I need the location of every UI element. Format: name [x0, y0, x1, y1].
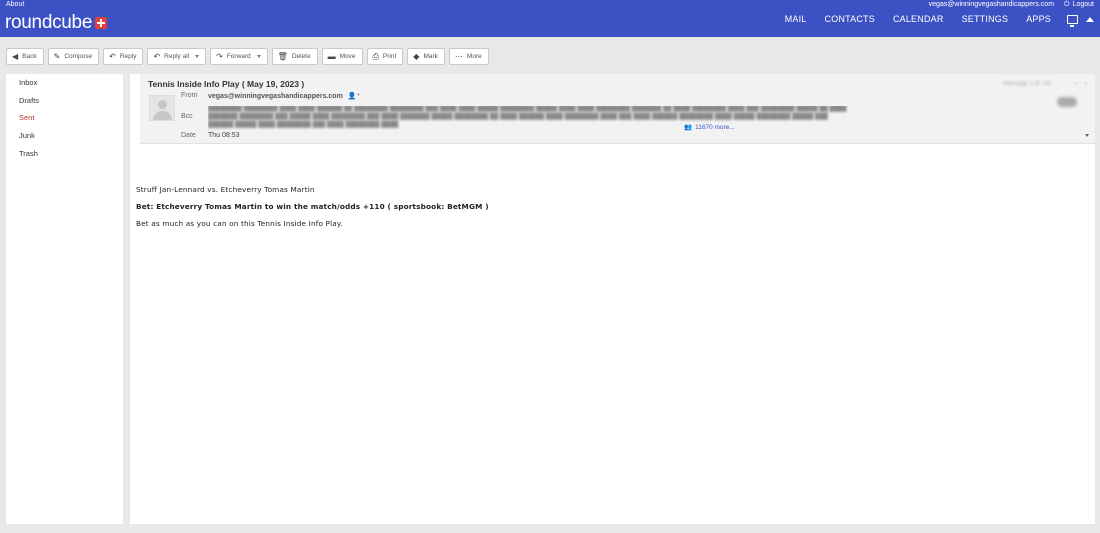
more-recipients-link[interactable]: 👥 11670 more... — [684, 123, 735, 132]
print-label: Print — [382, 53, 397, 60]
folder-inbox[interactable]: Inbox — [6, 74, 123, 92]
message-toolbar: ◀ Back ✎ Compose ↶ Reply ↶ Reply all ↷ Forwar… — [6, 48, 489, 65]
main-nav: MAIL CONTACTS CALENDAR SETTINGS APPS — [767, 14, 1094, 27]
add-contact-icon[interactable]: 👤⁺ — [348, 92, 360, 100]
from-value: vegas@winningvegashandicappers.com 👤⁺ — [208, 92, 360, 101]
more-recipients-label: 11670 more... — [695, 123, 735, 131]
mark-label: Mark — [423, 53, 438, 60]
message-panel: Tennis Inside Info Play ( May 19, 2023 )… — [130, 74, 1095, 524]
back-circle-icon: ◀ — [12, 51, 19, 61]
print-button[interactable]: ⎙ Print — [366, 48, 404, 65]
reply-label: Reply — [119, 53, 137, 60]
logout-label: Logout — [1072, 1, 1094, 8]
chevron-down-icon[interactable] — [195, 55, 200, 58]
nav-calendar[interactable]: CALENDAR — [893, 14, 944, 24]
compose-button[interactable]: ✎ Compose — [47, 48, 100, 65]
bcc-recipients-blurred: ████████ ████████ ████ ████ ██████ ██ ██… — [208, 106, 847, 128]
about-link[interactable]: About — [6, 0, 24, 9]
contacts-icon: 👥 — [684, 124, 693, 131]
logo-text: roundcube — [5, 12, 93, 33]
reply-button[interactable]: ↶ Reply — [103, 48, 144, 65]
user-email: vegas@winningvegashandicappers.com — [928, 1, 1055, 8]
chevron-down-icon[interactable] — [1085, 134, 1089, 137]
prev-message-icon[interactable]: ‹ — [1074, 80, 1076, 87]
message-subject: Tennis Inside Info Play ( May 19, 2023 ) — [148, 79, 305, 89]
top-bar: About vegas@winningvegashandicappers.com… — [0, 0, 1100, 37]
reply-all-label: Reply all — [164, 53, 190, 60]
printer-icon: ⎙ — [372, 51, 379, 61]
from-label: From — [181, 92, 198, 99]
body-line-bet: Bet: Etcheverry Tomas Martin to win the … — [136, 202, 489, 211]
reply-icon: ↶ — [109, 51, 116, 61]
forward-button[interactable]: ↷ Forward — [210, 48, 268, 65]
move-label: Move — [339, 53, 356, 60]
folder-icon: ▬ — [327, 51, 336, 61]
back-label: Back — [22, 53, 37, 60]
header-toggle-blurred[interactable] — [1057, 97, 1077, 107]
message-header: Tennis Inside Info Play ( May 19, 2023 )… — [140, 74, 1095, 144]
message-nav: ‹ › — [1074, 80, 1087, 87]
folder-drafts[interactable]: Drafts — [6, 92, 123, 110]
forward-label: Forward — [226, 53, 251, 60]
date-value: Thu 08:53 — [208, 132, 240, 139]
power-icon: ⏻ — [1064, 1, 1070, 8]
ellipsis-icon: ⋯ — [454, 51, 463, 61]
chevron-down-icon[interactable] — [256, 55, 261, 58]
date-label: Date — [181, 132, 196, 139]
next-message-icon[interactable]: › — [1085, 80, 1087, 87]
nav-mail[interactable]: MAIL — [785, 14, 807, 24]
reply-all-button[interactable]: ↶ Reply all — [147, 48, 207, 65]
back-button[interactable]: ◀ Back — [6, 48, 44, 65]
user-info: vegas@winningvegashandicappers.com ⏻ Log… — [929, 0, 1094, 9]
message-counter: Message 1 of 730 — [1003, 81, 1051, 87]
compose-label: Compose — [64, 53, 93, 60]
pencil-icon: ✎ — [53, 51, 61, 61]
delete-button[interactable]: 🗑 Delete — [271, 48, 318, 65]
plus-icon — [95, 17, 108, 29]
reply-all-icon: ↶ — [153, 51, 161, 61]
forward-icon: ↷ — [216, 51, 223, 61]
nav-contacts[interactable]: CONTACTS — [825, 14, 875, 24]
collapse-up-icon[interactable] — [1086, 16, 1094, 22]
from-address[interactable]: vegas@winningvegashandicappers.com — [208, 93, 343, 100]
monitor-icon[interactable] — [1067, 14, 1078, 27]
nav-settings[interactable]: SETTINGS — [962, 14, 1009, 24]
roundcube-logo[interactable]: roundcube — [5, 12, 108, 33]
nav-apps[interactable]: APPS — [1026, 14, 1051, 24]
folder-junk[interactable]: Junk — [6, 127, 123, 145]
folder-trash[interactable]: Trash — [6, 144, 123, 162]
message-body: Struff Jan-Lennard vs. Etcheverry Tomas … — [136, 186, 1036, 237]
folder-sent[interactable]: Sent — [6, 109, 123, 127]
trash-icon: 🗑 — [277, 51, 288, 61]
bcc-label: Bcc — [181, 113, 193, 120]
move-button[interactable]: ▬ Move — [321, 48, 363, 65]
folder-list: Inbox Drafts Sent Junk Trash — [6, 74, 123, 524]
more-label: More — [466, 53, 482, 60]
more-button[interactable]: ⋯ More — [448, 48, 489, 65]
logout-button[interactable]: ⏻ Logout — [1064, 0, 1094, 9]
mark-button[interactable]: ◆ Mark — [407, 48, 445, 65]
body-line-matchup: Struff Jan-Lennard vs. Etcheverry Tomas … — [136, 185, 315, 194]
delete-label: Delete — [291, 53, 311, 60]
avatar — [149, 95, 175, 121]
body-line-instruction: Bet as much as you can on this Tennis In… — [136, 219, 343, 228]
tag-icon: ◆ — [413, 51, 420, 61]
